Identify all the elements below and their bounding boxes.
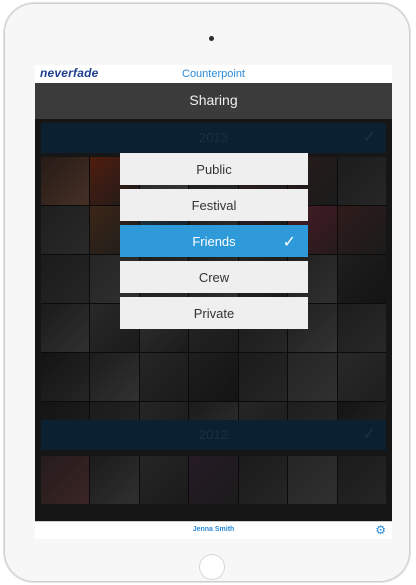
sharing-option-crew[interactable]: Crew — [120, 261, 308, 293]
option-label: Public — [196, 161, 232, 177]
gear-icon[interactable]: ⚙ — [375, 523, 386, 537]
sharing-option-private[interactable]: Private — [120, 297, 308, 329]
title-bar: Sharing — [35, 83, 392, 119]
option-label: Festival — [191, 197, 237, 213]
check-icon: ✓ — [282, 234, 296, 251]
sharing-option-festival[interactable]: Festival — [120, 189, 308, 221]
camera-dot — [209, 36, 214, 41]
option-label: Friends — [192, 233, 236, 249]
tablet-frame: neverfade Counterpoint Sharing 2013 ✓ 20… — [4, 3, 410, 582]
sharing-option-public[interactable]: Public — [120, 153, 308, 185]
home-button[interactable] — [199, 554, 225, 580]
bottom-bar: Jenna Smith ⚙ — [35, 521, 392, 539]
app-title: Counterpoint — [182, 68, 245, 80]
option-label: Private — [193, 305, 235, 321]
sharing-menu: Public Festival Friends ✓ Crew Private — [120, 153, 308, 333]
screen-title: Sharing — [189, 92, 238, 108]
user-name[interactable]: Jenna Smith — [35, 526, 392, 533]
app-screen: neverfade Counterpoint Sharing 2013 ✓ 20… — [35, 65, 392, 539]
top-bar: neverfade Counterpoint — [35, 65, 392, 84]
option-label: Crew — [198, 269, 230, 285]
sharing-option-friends[interactable]: Friends ✓ — [120, 225, 308, 257]
